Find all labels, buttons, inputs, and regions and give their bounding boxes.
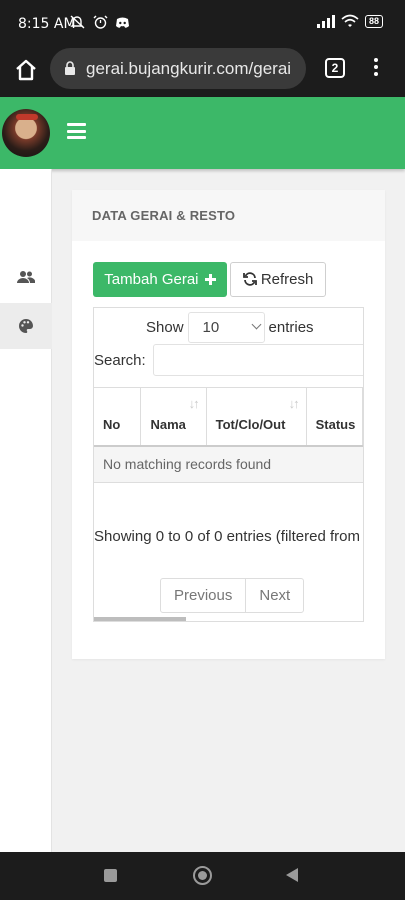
status-time: 8:15 AM — [18, 16, 76, 32]
users-icon — [17, 271, 35, 283]
signal-icon — [316, 14, 335, 28]
palette-icon — [19, 319, 33, 333]
entries-label: entries — [268, 319, 314, 336]
discord-icon — [116, 17, 130, 28]
refresh-icon — [242, 272, 257, 286]
column-header-tot-clo-out[interactable]: Tot/Clo/Out ↓↑ — [206, 387, 307, 447]
horizontal-scrollbar[interactable] — [94, 617, 186, 621]
pagination: Previous Next — [160, 578, 305, 613]
tab-switcher-button[interactable]: 2 — [325, 58, 345, 78]
hamburger-menu-icon[interactable] — [67, 123, 86, 139]
sort-icon: ↓↑ — [288, 396, 300, 411]
recents-button[interactable] — [104, 869, 117, 882]
mute-icon — [70, 15, 85, 29]
column-header-no[interactable]: No — [94, 387, 142, 447]
wifi-icon — [341, 14, 359, 27]
show-label: Show — [146, 319, 184, 336]
refresh-label: Refresh — [260, 271, 314, 288]
url-text: gerai.bujangkurir.com/gerai — [86, 59, 292, 78]
add-gerai-button[interactable]: Tambah Gerai — [93, 262, 227, 297]
chevron-down-icon — [251, 319, 261, 330]
column-header-status[interactable]: Status — [306, 387, 363, 447]
column-header-nama[interactable]: Nama ↓↑ — [140, 387, 207, 447]
sort-icon: ↓↑ — [188, 396, 200, 411]
alarm-icon — [93, 15, 108, 29]
datatable: Show 10 entries Search: No Nama ↓↑ Tot/Cl… — [93, 307, 364, 622]
address-bar[interactable]: gerai.bujangkurir.com/gerai — [50, 48, 306, 89]
length-control: Show 10 entries — [146, 312, 314, 343]
status-bar: 8:15 AM 88 — [0, 0, 405, 46]
card-title: DATA GERAI & RESTO — [72, 190, 385, 241]
notification-icons — [70, 15, 130, 32]
system-nav-bar — [0, 852, 405, 900]
browser-menu-icon[interactable] — [371, 58, 381, 80]
search-control: Search: — [94, 344, 363, 376]
empty-message: No matching records found — [94, 445, 363, 483]
add-gerai-label: Tambah Gerai — [104, 271, 199, 288]
sidebar — [0, 169, 52, 852]
page-length-select[interactable]: 10 — [187, 312, 265, 343]
home-icon[interactable] — [12, 56, 40, 84]
next-button[interactable]: Next — [245, 579, 303, 612]
sidebar-item-users[interactable] — [0, 254, 52, 300]
browser-toolbar: gerai.bujangkurir.com/gerai 2 — [0, 46, 405, 97]
table-row: No matching records found — [94, 445, 363, 483]
avatar[interactable] — [2, 109, 50, 157]
app-header — [0, 97, 405, 169]
table-info: Showing 0 to 0 of 0 entries (filtered fr… — [94, 528, 363, 545]
search-input[interactable] — [152, 344, 363, 376]
home-button[interactable] — [193, 866, 212, 885]
data-table: No Nama ↓↑ Tot/Clo/Out ↓↑ Status No matchi… — [94, 387, 363, 483]
sidebar-item-palette[interactable] — [0, 303, 52, 349]
search-label: Search: — [94, 351, 146, 369]
previous-button[interactable]: Previous — [161, 579, 245, 612]
battery-icon: 88 — [364, 14, 383, 28]
back-button[interactable] — [286, 868, 298, 882]
gerai-card: DATA GERAI & RESTO Tambah Gerai Refresh … — [72, 190, 385, 659]
lock-icon — [65, 61, 75, 75]
plus-icon — [204, 274, 216, 285]
refresh-button[interactable]: Refresh — [230, 262, 326, 297]
